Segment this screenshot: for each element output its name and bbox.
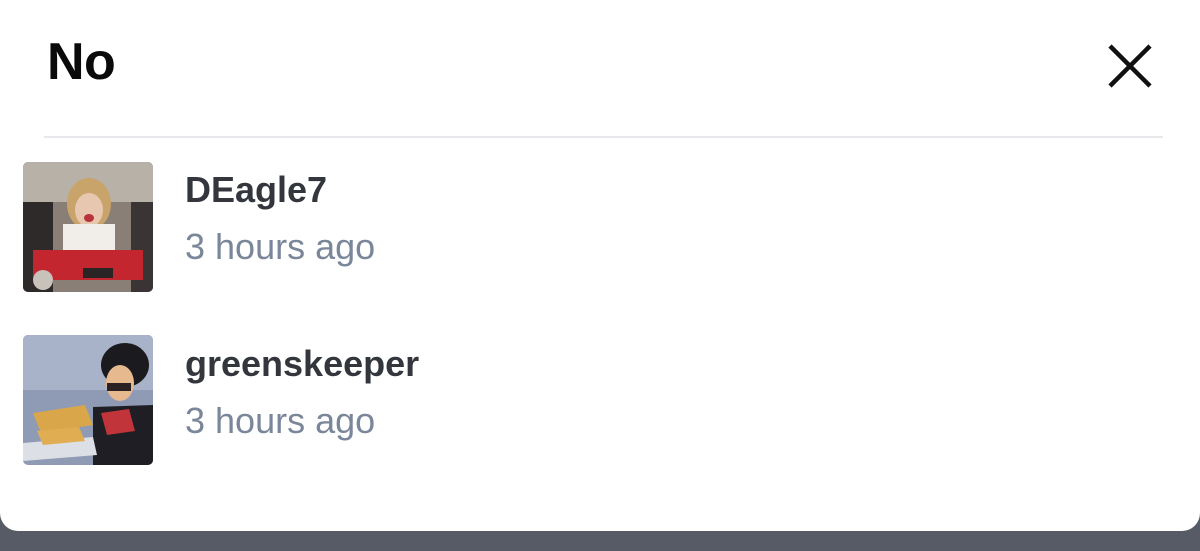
close-button[interactable] [1100,36,1160,96]
user-avatar[interactable] [23,335,153,465]
modal-header: No [0,0,1200,128]
modal-title: No [47,33,116,91]
voter-username[interactable]: DEagle7 [185,168,327,212]
voters-modal: No DEagle7 3 hours ago greenskeeper 3 ho… [0,0,1200,531]
user-avatar-cartoon-icon [23,335,153,465]
close-icon [1108,44,1152,88]
user-avatar-photo-icon [23,162,153,292]
vote-timestamp: 3 hours ago [185,400,376,441]
voter-item[interactable]: greenskeeper 3 hours ago [0,314,1200,465]
user-avatar[interactable] [23,162,153,292]
vote-timestamp: 3 hours ago [185,226,376,267]
header-divider [44,136,1163,138]
voter-item[interactable]: DEagle7 3 hours ago [0,140,1200,292]
voter-username[interactable]: greenskeeper [185,342,419,386]
